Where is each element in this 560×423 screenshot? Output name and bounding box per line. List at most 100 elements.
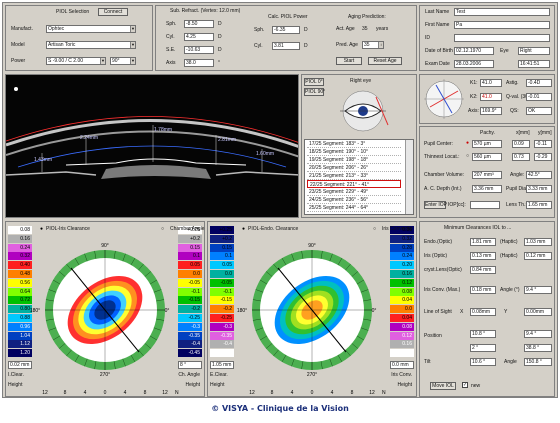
angle-label: 0° xyxy=(372,308,377,314)
angle-label: 90° xyxy=(101,243,109,249)
manufacturer-select[interactable]: Ophtec ▼ xyxy=(46,25,136,33)
model-select[interactable]: Artisan Toric ▼ xyxy=(46,41,136,49)
axis-end-label: N xyxy=(382,390,386,396)
list-item[interactable]: 17/25 Segment: 183° - 3° xyxy=(307,140,401,148)
map-radio-icon[interactable]: ● xyxy=(40,226,43,232)
scale-left-bar: 1.12 xyxy=(8,340,32,349)
clearance-contour xyxy=(301,300,323,320)
piol-axis-line xyxy=(277,267,347,353)
thinnest-y: -0.29 xyxy=(534,153,552,161)
ring-tick xyxy=(360,327,369,331)
pred-age-stepper[interactable]: 35 ↕ xyxy=(362,41,384,49)
los-y-value: 0.00mm xyxy=(524,308,552,316)
refraction-se-input[interactable]: -10.63 xyxy=(184,46,214,54)
scale-left-bar: -0.2 xyxy=(210,305,234,314)
piol-90-button[interactable]: PIOL 90° xyxy=(304,88,325,96)
map-title: PIOL-Endo. Clearance xyxy=(248,226,299,232)
ring-tick xyxy=(252,299,261,302)
exam-time-field: 16:41:51 xyxy=(518,60,550,68)
scheimpflug-image[interactable]: 1.43mm 2.24mm 1.78mm 2.81mm 1.60mm xyxy=(6,75,299,218)
scale-left-bar: 0.16 xyxy=(8,234,32,243)
list-item[interactable]: 25/25 Segment: 244° - 64° xyxy=(307,204,401,212)
list-item[interactable]: 20/25 Segment: 206° - 26° xyxy=(307,164,401,172)
ring-tick xyxy=(356,279,365,285)
power-value: S -9.00 / C 2.00 xyxy=(48,58,84,64)
ring-tick xyxy=(74,354,80,363)
scale-left-bar: 0.1 xyxy=(210,252,234,261)
new-checkbox[interactable]: ✓ xyxy=(462,382,468,388)
scheimpflug-image-panel[interactable]: 1.43mm 2.24mm 1.78mm 2.81mm 1.60mm xyxy=(5,74,299,218)
enter-iop-button[interactable]: Enter IOP xyxy=(424,201,447,209)
pachy-label: Pachy. xyxy=(480,130,495,136)
ring-tick xyxy=(52,279,61,285)
ring-tick xyxy=(356,335,365,341)
iop-field[interactable] xyxy=(470,201,500,209)
pupil-y: -0.11 xyxy=(534,140,552,148)
act-age-label: Act. Age xyxy=(336,26,355,32)
ring-tick xyxy=(337,257,343,266)
ring-tick xyxy=(138,349,144,357)
ring-tick xyxy=(363,318,372,321)
scale-right-bar: 0.16 xyxy=(390,270,414,278)
clearance-contour xyxy=(94,300,116,320)
dob-field[interactable]: 02.12.1970 xyxy=(454,47,494,55)
angle-label: 0° xyxy=(165,308,170,314)
refraction-sph-input[interactable]: -8.50 xyxy=(184,20,214,28)
map-radio-icon[interactable]: ○ xyxy=(373,226,376,232)
conv-angle-value: 9.4 ° xyxy=(524,286,552,294)
measure-label-5: 1.60mm xyxy=(256,151,274,157)
first-name-label: First Name xyxy=(425,22,450,28)
calc-sph-label: Sph. xyxy=(254,27,265,33)
list-item-selected[interactable]: 22/25 Segment: 221° - 41° xyxy=(307,180,401,188)
scale-right-bar: 0.15 xyxy=(178,243,202,252)
reset-age-button[interactable]: Reset Age xyxy=(368,57,402,65)
chevron-down-icon: ▼ xyxy=(130,26,135,32)
list-item[interactable]: 23/25 Segment: 229° - 49° xyxy=(307,188,401,196)
id-field[interactable] xyxy=(454,34,550,42)
ring-tick xyxy=(255,289,264,293)
ring-tick xyxy=(273,349,279,357)
ring-tick xyxy=(84,358,88,367)
scrollbar[interactable] xyxy=(405,140,413,214)
start-button[interactable]: Start xyxy=(336,57,362,65)
exam-date-label: Exam Date xyxy=(425,61,450,67)
pred-age-value: 35 xyxy=(364,42,370,48)
ring-tick xyxy=(351,343,359,349)
radio-icon[interactable]: ● xyxy=(466,140,469,146)
clearance-contour xyxy=(274,276,350,344)
scale-left-bar: -0.15 xyxy=(210,296,234,305)
left-footer-value: 1.05 mm xyxy=(210,361,234,369)
ring-tick xyxy=(48,327,57,331)
endo-optic-label: Endo.(Optic) xyxy=(424,239,453,245)
ring-tick xyxy=(337,354,343,363)
spinner-icon[interactable]: ↕ xyxy=(378,42,383,48)
list-item[interactable]: 21/25 Segment: 213° - 33° xyxy=(307,172,401,180)
list-item[interactable]: 18/25 Segment: 190° - 10° xyxy=(307,148,401,156)
los-x-value: 0.08mm xyxy=(470,308,496,316)
refraction-cyl-input[interactable]: 4.25 xyxy=(184,33,214,41)
map-radio-icon[interactable]: ● xyxy=(242,226,245,232)
list-item[interactable]: 19/25 Segment: 198° - 18° xyxy=(307,156,401,164)
piol-0-button[interactable]: PIOL 0° xyxy=(304,78,324,86)
first-name-field[interactable]: Pa xyxy=(454,21,550,29)
ring-tick xyxy=(130,257,136,266)
radio-icon[interactable]: ○ xyxy=(466,153,469,159)
position-y2-value: 38.8 ° xyxy=(524,344,552,352)
axis-tick-label: 8 xyxy=(351,390,354,396)
refraction-axis-input[interactable]: 38.0 xyxy=(184,59,214,67)
axis-select[interactable]: 90° ▼ xyxy=(110,57,136,65)
map-radio-icon[interactable]: ○ xyxy=(161,226,164,232)
scale-right-bar: 0.05 xyxy=(178,261,202,270)
power-select[interactable]: S -9.00 / C 2.00 ▼ xyxy=(46,57,106,65)
segment-list[interactable]: 17/25 Segment: 183° - 3° 18/25 Segment: … xyxy=(304,139,414,215)
aging-title: Aging Prediction: xyxy=(348,14,386,20)
move-iol-button[interactable]: Move IOL xyxy=(430,382,456,390)
connect-button[interactable]: Connect xyxy=(98,8,128,16)
ring-tick xyxy=(351,271,359,277)
list-item[interactable]: 24/25 Segment: 236° - 56° xyxy=(307,196,401,204)
astig-value: -0.4D xyxy=(526,79,552,87)
ring-tick xyxy=(153,289,162,293)
dob-label: Date of Birth xyxy=(425,48,453,54)
last-name-field[interactable]: Test xyxy=(454,8,550,16)
left-footer-sub: Height xyxy=(8,382,23,388)
